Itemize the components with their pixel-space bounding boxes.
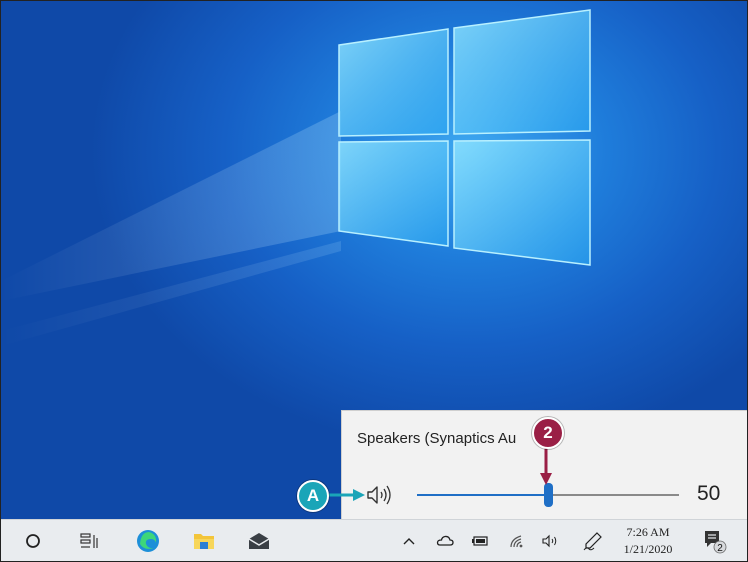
label-callout: A <box>297 480 329 512</box>
show-hidden-icons-button[interactable] <box>400 520 418 561</box>
onedrive-icon <box>436 535 454 546</box>
clock-time: 7:26 AM <box>626 525 670 539</box>
edge-icon <box>137 530 159 552</box>
pen-workspace-button[interactable] <box>581 520 605 561</box>
system-clock[interactable]: 7:26 AM 1/21/2020 <box>613 524 683 558</box>
speaker-mute-toggle[interactable] <box>366 484 394 511</box>
task-view-icon <box>80 533 98 548</box>
notification-icon: 2 <box>705 531 727 554</box>
file-explorer-button[interactable] <box>190 520 218 561</box>
battery-icon <box>472 536 488 546</box>
volume-tray-button[interactable] <box>540 520 562 561</box>
speaker-icon <box>542 534 557 548</box>
taskbar: 7:26 AM 1/21/2020 2 <box>1 519 747 561</box>
mail-button[interactable] <box>245 520 273 561</box>
pen-icon <box>583 532 602 551</box>
file-explorer-icon <box>194 534 214 549</box>
notification-count: 2 <box>717 543 723 554</box>
edge-button[interactable] <box>134 520 162 561</box>
search-button[interactable] <box>21 520 45 561</box>
step-callout: 2 <box>532 417 564 449</box>
playback-device-name[interactable]: Speakers (Synaptics Au <box>357 430 516 447</box>
mail-icon <box>248 533 270 549</box>
chevron-up-icon <box>403 538 415 545</box>
battery-button[interactable] <box>469 520 491 561</box>
search-icon <box>26 534 40 548</box>
task-view-button[interactable] <box>75 520 103 561</box>
speaker-icon <box>367 485 391 505</box>
screen: Speakers (Synaptics Au 50 2 A 7:26 AM 1/… <box>0 0 748 562</box>
volume-slider[interactable] <box>417 483 679 507</box>
wifi-icon <box>510 535 523 548</box>
volume-slider-fill <box>417 494 548 496</box>
network-button[interactable] <box>506 520 528 561</box>
volume-value: 50 <box>697 482 721 505</box>
onedrive-button[interactable] <box>434 520 456 561</box>
action-center-button[interactable]: 2 <box>700 520 730 561</box>
clock-date: 1/21/2020 <box>623 542 673 556</box>
volume-slider-thumb[interactable] <box>544 483 553 507</box>
